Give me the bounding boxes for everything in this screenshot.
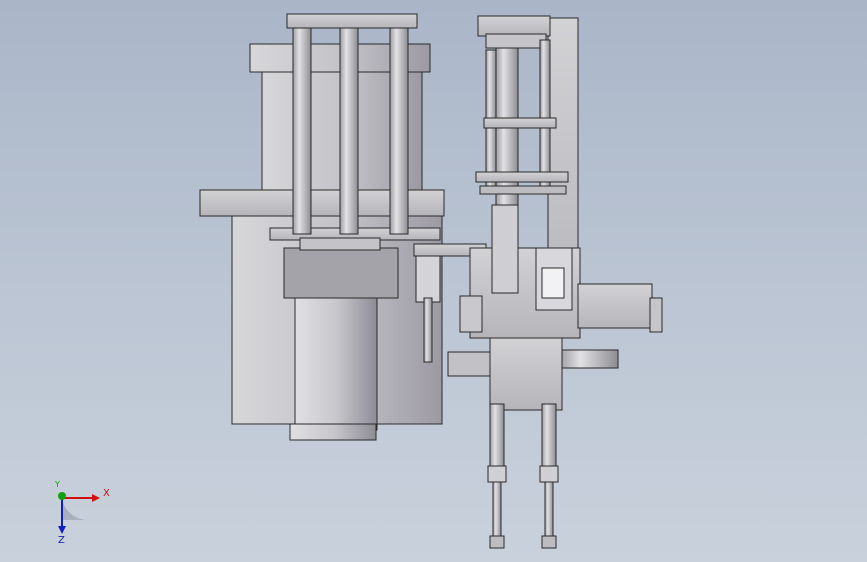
front-cylinder-body[interactable] bbox=[294, 293, 378, 431]
left-cylinder-group[interactable] bbox=[199, 13, 487, 441]
orientation-triad bbox=[58, 492, 100, 534]
sensor-rod[interactable] bbox=[423, 297, 433, 363]
sensor-bracket[interactable] bbox=[415, 255, 441, 303]
assembly-model[interactable] bbox=[0, 0, 867, 562]
nozzle-left-tip[interactable] bbox=[492, 481, 502, 539]
x-axis-head bbox=[92, 494, 100, 502]
lower-body[interactable] bbox=[489, 337, 563, 411]
nozzle-left-end[interactable] bbox=[489, 535, 505, 549]
nozzle-right-end[interactable] bbox=[541, 535, 557, 549]
side-cylinder-end[interactable] bbox=[649, 297, 663, 333]
frame-top-block[interactable] bbox=[477, 15, 551, 37]
side-cylinder[interactable] bbox=[577, 283, 653, 329]
nozzle-right-tip[interactable] bbox=[544, 481, 554, 539]
actuator-window-glass[interactable] bbox=[541, 267, 565, 299]
y-axis-dot bbox=[58, 492, 66, 500]
frame-top-collar[interactable] bbox=[485, 33, 547, 49]
top-plate[interactable] bbox=[286, 13, 418, 29]
slide-carriage[interactable] bbox=[299, 237, 381, 251]
cad-viewport[interactable]: X Y Z bbox=[0, 0, 867, 562]
z-axis-head bbox=[58, 526, 66, 534]
nozzle-right-upper[interactable] bbox=[541, 403, 557, 469]
crossbar-1[interactable] bbox=[483, 117, 557, 129]
right-module-group[interactable] bbox=[447, 15, 663, 549]
x-axis-label: X bbox=[103, 488, 110, 499]
guide-rod-3[interactable] bbox=[389, 21, 409, 235]
crossbar-2[interactable] bbox=[475, 171, 569, 183]
lower-bracket[interactable] bbox=[447, 351, 493, 377]
crossbar-3[interactable] bbox=[479, 185, 567, 195]
nozzle-left-nut[interactable] bbox=[487, 465, 507, 483]
actuator-column[interactable] bbox=[491, 204, 519, 294]
y-axis-label: Y bbox=[55, 480, 60, 489]
nozzle-right-nut[interactable] bbox=[539, 465, 559, 483]
side-rod[interactable] bbox=[559, 349, 619, 369]
z-axis-label: Z bbox=[58, 535, 65, 546]
slide-block[interactable] bbox=[283, 247, 399, 299]
nozzle-left-upper[interactable] bbox=[489, 403, 505, 469]
left-clamp[interactable] bbox=[459, 295, 483, 333]
vertical-rod-right[interactable] bbox=[539, 39, 551, 191]
guide-rod-1[interactable] bbox=[292, 21, 312, 235]
front-cylinder-cap[interactable] bbox=[289, 423, 377, 441]
guide-rod-2[interactable] bbox=[339, 21, 359, 235]
